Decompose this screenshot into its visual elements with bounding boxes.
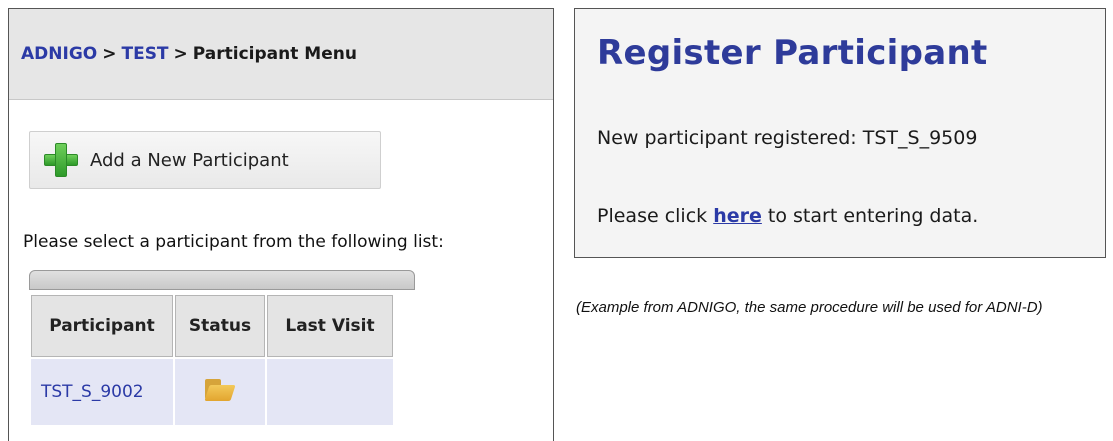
click-suffix: to start entering data.: [767, 205, 979, 227]
here-link[interactable]: here: [713, 205, 762, 227]
plus-icon: [44, 143, 78, 177]
breadcrumb-link-adnigo[interactable]: ADNIGO: [21, 44, 97, 64]
last-visit-cell: [267, 359, 393, 425]
breadcrumb-separator: >: [102, 44, 117, 64]
participant-menu-panel: ADNIGO > TEST > Participant Menu Add a N…: [8, 8, 554, 441]
table-header-row: Participant Status Last Visit: [31, 295, 393, 357]
select-participant-prompt: Please select a participant from the fol…: [23, 232, 444, 252]
register-participant-panel: Register Participant New participant reg…: [574, 8, 1106, 258]
table-row: TST_S_9002: [31, 359, 393, 425]
page-title: Register Participant: [597, 33, 988, 73]
breadcrumb: ADNIGO > TEST > Participant Menu: [9, 9, 553, 100]
breadcrumb-current: Participant Menu: [192, 44, 357, 64]
participant-cell: TST_S_9002: [31, 359, 173, 425]
add-participant-label: Add a New Participant: [90, 149, 289, 171]
start-data-entry-message: Please click here to start entering data…: [597, 205, 978, 227]
column-header-participant[interactable]: Participant: [31, 295, 173, 357]
click-prefix: Please click: [597, 205, 708, 227]
participant-link[interactable]: TST_S_9002: [41, 382, 144, 402]
table-toolbar: [29, 270, 415, 290]
column-header-status[interactable]: Status: [175, 295, 265, 357]
add-participant-button[interactable]: Add a New Participant: [29, 131, 381, 189]
caption: (Example from ADNIGO, the same procedure…: [576, 299, 1043, 316]
breadcrumb-link-test[interactable]: TEST: [121, 44, 168, 64]
column-header-last-visit[interactable]: Last Visit: [267, 295, 393, 357]
folder-icon[interactable]: [204, 378, 236, 401]
breadcrumb-separator: >: [173, 44, 188, 64]
status-cell: [175, 359, 265, 425]
registration-message: New participant registered: TST_S_9509: [597, 127, 978, 149]
participant-table: Participant Status Last Visit TST_S_9002: [29, 293, 395, 427]
